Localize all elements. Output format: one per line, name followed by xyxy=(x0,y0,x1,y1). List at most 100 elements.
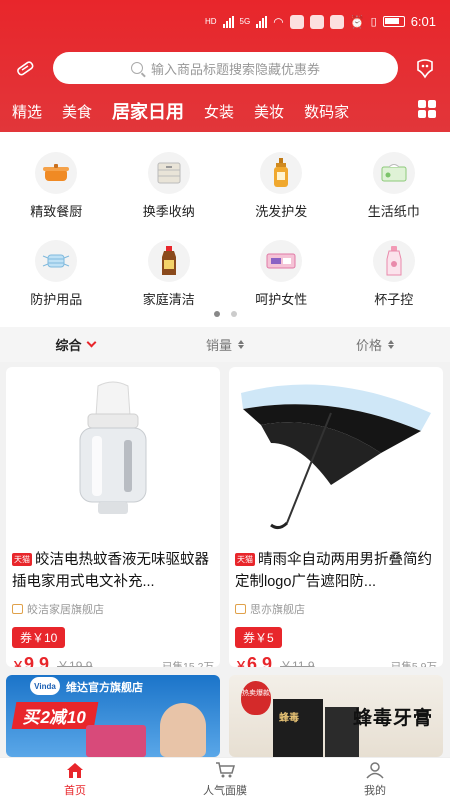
status-bar: HD 5G ◠ ⏰ ▯ 6:01 xyxy=(205,14,436,29)
product-title: 天猫 晴雨伞自动两用男折叠简约定制logo广告遮阳防... xyxy=(235,552,432,590)
wifi-icon: ◠ xyxy=(273,14,284,29)
grid-menu-icon[interactable] xyxy=(418,100,436,118)
banner-promo-text: 买2减10 xyxy=(11,702,99,729)
cup-bottle-icon xyxy=(372,240,415,282)
nav-profile[interactable]: 我的 xyxy=(300,758,450,800)
tab-beauty[interactable]: 美妆 xyxy=(254,101,284,122)
tab-food[interactable]: 美食 xyxy=(62,101,92,122)
category-label: 杯子控 xyxy=(374,292,414,307)
toothpaste-box-image xyxy=(273,699,323,757)
tissue-box-icon xyxy=(372,152,415,194)
shampoo-bottle-icon xyxy=(260,152,303,194)
sort-price[interactable]: 价格 xyxy=(300,335,450,354)
tmall-badge: 天猫 xyxy=(235,553,255,566)
tab-home-daily[interactable]: 居家日用 xyxy=(112,98,184,124)
nav-label: 首页 xyxy=(64,784,86,797)
nav-label: 人气面膜 xyxy=(203,784,247,797)
category-panel: 精致餐厨 换季收纳 洗发护发 生活纸巾 防护用品 家庭清洁 呵护女性 杯子控 xyxy=(0,132,450,327)
category-label: 换季收纳 xyxy=(142,204,195,219)
product-card[interactable]: 天猫 皎洁电热蚊香液无味驱蚊器插电家用式电文补充... 皎洁家居旗舰店 券￥10 … xyxy=(6,367,220,667)
vibrate-icon: ▯ xyxy=(370,16,377,28)
bottom-nav: 首页 人气面膜 我的 xyxy=(0,757,450,800)
coupon-badge: 券￥10 xyxy=(12,627,66,648)
pot-icon xyxy=(35,152,78,194)
product-price: ￥6.9 xyxy=(235,654,273,667)
sold-count: 已售5.9万 xyxy=(390,661,437,667)
disinfectant-bottle-icon xyxy=(147,240,190,282)
category-hair-care[interactable]: 洗发护发 xyxy=(225,152,338,220)
nav-masks[interactable]: 人气面膜 xyxy=(150,758,300,800)
nav-label: 我的 xyxy=(364,784,386,797)
category-label: 家庭清洁 xyxy=(142,292,195,307)
box-brand-mark: 蜂毒 xyxy=(279,713,299,724)
banner-product-name: 蜂毒牙膏 xyxy=(352,708,433,729)
nav-home[interactable]: 首页 xyxy=(0,758,150,800)
sort-label: 综合 xyxy=(55,338,82,353)
tissue-pack-image xyxy=(86,725,146,757)
clock-time: 6:01 xyxy=(410,14,436,29)
wechat-icon xyxy=(289,14,304,29)
message-icon[interactable] xyxy=(414,57,436,79)
hot-sale-badge: 热卖爆款 xyxy=(241,681,271,715)
category-label: 洗发护发 xyxy=(255,204,308,219)
product-image-mosquito-liquid xyxy=(6,367,220,539)
shop-icon xyxy=(12,604,23,614)
browser-icon xyxy=(329,14,344,29)
sanitary-pad-icon xyxy=(260,240,303,282)
promo-banner-toothpaste[interactable]: 热卖爆款 蜂毒 蜂毒牙膏 xyxy=(229,675,443,757)
storage-drawer-icon xyxy=(147,152,190,194)
promo-banner-vinda[interactable]: Vinda 维达官方旗舰店 买2减10 xyxy=(6,675,220,757)
sort-label: 销量 xyxy=(205,338,232,353)
sort-arrows-icon xyxy=(388,340,394,349)
product-price: ￥9.9 xyxy=(12,654,50,667)
pager-dots xyxy=(0,311,450,317)
category-feminine-care[interactable]: 呵护女性 xyxy=(225,240,338,308)
model-image xyxy=(160,703,206,757)
user-icon xyxy=(366,761,384,779)
sold-count: 已售15.2万 xyxy=(162,661,214,667)
header: HD 5G ◠ ⏰ ▯ 6:01 输入商品标题搜索隐藏优惠券 精选 美食 居家日… xyxy=(0,0,450,132)
category-label: 防护用品 xyxy=(30,292,83,307)
category-tabs: 精选 美食 居家日用 女装 美妆 数码家 xyxy=(12,98,406,124)
sort-bar: 综合 销量 价格 xyxy=(0,327,450,362)
sort-sales[interactable]: 销量 xyxy=(150,335,300,354)
coupon-badge: 券￥5 xyxy=(235,627,282,648)
original-price: ￥19.9 xyxy=(57,659,93,667)
category-storage[interactable]: 换季收纳 xyxy=(113,152,226,220)
tab-womens-clothing[interactable]: 女装 xyxy=(204,101,234,122)
signal-icon xyxy=(222,15,234,28)
banner-store-name: 维达官方旗舰店 xyxy=(66,682,143,694)
sort-comprehensive[interactable]: 综合 xyxy=(0,335,150,354)
product-card[interactable]: 天猫 晴雨伞自动两用男折叠简约定制logo广告遮阳防... 思亦旗舰店 券￥5 ￥… xyxy=(229,367,443,667)
category-cups[interactable]: 杯子控 xyxy=(338,240,450,308)
home-icon xyxy=(67,762,83,778)
shop-name: 皎洁家居旗舰店 xyxy=(6,595,220,617)
product-title: 天猫 皎洁电热蚊香液无味驱蚊器插电家用式电文补充... xyxy=(12,552,209,590)
signal-icon-2 xyxy=(256,15,268,28)
shop-icon xyxy=(235,604,246,614)
category-tissue[interactable]: 生活纸巾 xyxy=(338,152,450,220)
vinda-logo: Vinda xyxy=(30,677,60,695)
tmall-badge: 天猫 xyxy=(12,553,32,566)
search-input[interactable]: 输入商品标题搜索隐藏优惠券 xyxy=(53,52,398,84)
category-kitchen[interactable]: 精致餐厨 xyxy=(0,152,113,220)
category-protection[interactable]: 防护用品 xyxy=(0,240,113,308)
tab-featured[interactable]: 精选 xyxy=(12,101,42,122)
cart-icon xyxy=(216,761,235,777)
original-price: ￥11.9 xyxy=(280,659,315,667)
sort-arrows-icon xyxy=(238,340,244,349)
face-mask-icon xyxy=(35,240,78,282)
network-5g-label: 5G xyxy=(239,17,251,26)
shop-name: 思亦旗舰店 xyxy=(229,595,443,617)
network-hd-label: HD xyxy=(204,17,217,26)
battery-icon xyxy=(382,16,405,27)
category-cleaning[interactable]: 家庭清洁 xyxy=(113,240,226,308)
search-icon xyxy=(130,62,143,74)
category-label: 精致餐厨 xyxy=(30,204,83,219)
chevron-down-icon xyxy=(86,337,96,348)
sort-label: 价格 xyxy=(355,338,382,353)
category-label: 呵护女性 xyxy=(255,292,308,307)
tab-digital[interactable]: 数码家 xyxy=(304,101,349,122)
scan-icon[interactable] xyxy=(14,58,36,78)
product-image-umbrella xyxy=(229,367,443,539)
